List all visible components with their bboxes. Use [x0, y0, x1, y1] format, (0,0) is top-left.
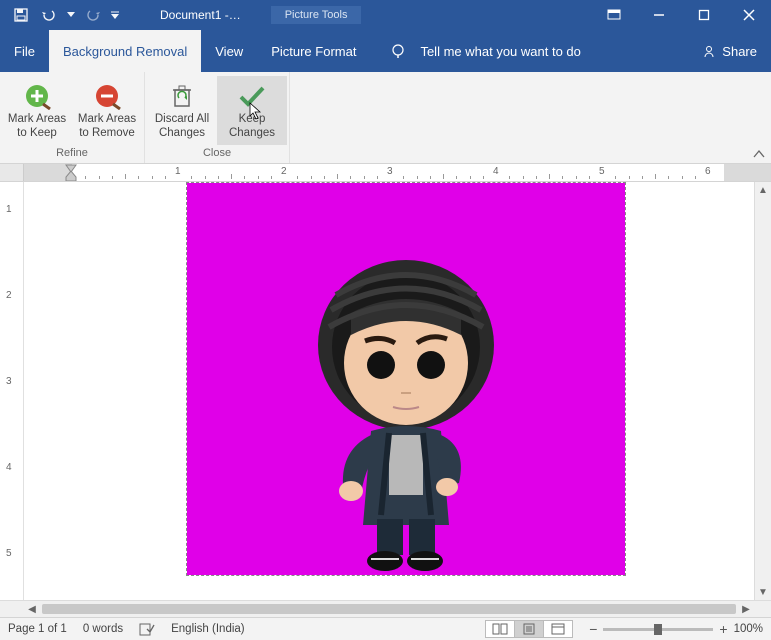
vruler-number: 2 — [6, 290, 12, 301]
keep-changes-button[interactable]: Keep Changes — [217, 76, 287, 145]
share-button[interactable]: Share — [688, 44, 771, 59]
zoom-level[interactable]: 100% — [734, 623, 763, 635]
vruler-number: 1 — [6, 204, 12, 215]
ruler-number: 5 — [599, 166, 605, 177]
ribbon: Mark Areas to Keep Mark Areas to Remove … — [0, 72, 771, 164]
mark-remove-label: Mark Areas to Remove — [72, 112, 142, 141]
contextual-tab-label: Picture Tools — [271, 6, 362, 24]
ruler-number: 4 — [493, 166, 499, 177]
ruler-number: 2 — [281, 166, 287, 177]
web-layout-button[interactable] — [543, 620, 573, 638]
mark-areas-to-remove-button[interactable]: Mark Areas to Remove — [72, 76, 142, 145]
ruler-track[interactable]: 1 2 3 4 5 6 — [24, 164, 771, 181]
minus-circle-icon — [93, 82, 121, 110]
word-count[interactable]: 0 words — [83, 623, 123, 635]
zoom-out-button[interactable]: − — [589, 621, 597, 637]
vruler-number: 4 — [6, 462, 12, 473]
vertical-scrollbar[interactable]: ▲ ▼ — [754, 182, 771, 600]
background-removal-mask — [187, 183, 625, 575]
horizontal-ruler: 1 2 3 4 5 6 — [0, 164, 771, 182]
page-number[interactable]: Page 1 of 1 — [8, 623, 67, 635]
tab-file[interactable]: File — [0, 30, 49, 72]
maximize-button[interactable] — [681, 0, 726, 30]
status-bar: Page 1 of 1 0 words English (India) − + … — [0, 617, 771, 640]
zoom-slider[interactable] — [603, 628, 713, 631]
tab-view[interactable]: View — [201, 30, 257, 72]
qat-customize-dropdown[interactable] — [110, 4, 120, 26]
collapse-ribbon-button[interactable] — [753, 149, 765, 159]
share-label: Share — [722, 44, 757, 59]
document-area[interactable] — [24, 182, 754, 600]
picture-content — [281, 235, 531, 575]
ribbon-group-refine: Mark Areas to Keep Mark Areas to Remove … — [0, 72, 145, 163]
discard-all-changes-button[interactable]: Discard All Changes — [147, 76, 217, 145]
tab-picture-format[interactable]: Picture Format — [257, 30, 370, 72]
undo-dropdown[interactable] — [66, 4, 76, 26]
discard-label: Discard All Changes — [147, 112, 217, 141]
zoom-control: − + 100% — [589, 621, 763, 637]
ruler-number: 1 — [175, 166, 181, 177]
ribbon-group-close: Discard All Changes Keep Changes Close — [145, 72, 290, 163]
group-label-close: Close — [203, 145, 231, 161]
vruler-number: 3 — [6, 376, 12, 387]
read-mode-button[interactable] — [485, 620, 515, 638]
proofing-icon[interactable] — [139, 622, 155, 636]
title-bar: Document1 -… Picture Tools — [0, 0, 771, 30]
page — [46, 182, 746, 600]
tell-me-search[interactable]: Tell me what you want to do — [370, 43, 688, 59]
share-icon — [702, 44, 716, 58]
hscroll-thumb[interactable] — [42, 604, 736, 614]
close-button[interactable] — [726, 0, 771, 30]
ruler-corner — [0, 164, 24, 182]
ruler-number: 6 — [705, 166, 711, 177]
window-controls — [591, 0, 771, 30]
language[interactable]: English (India) — [171, 623, 245, 635]
horizontal-scrollbar[interactable]: ◀ ▶ — [0, 600, 771, 617]
zoom-in-button[interactable]: + — [719, 621, 727, 637]
picture-selection[interactable] — [186, 182, 626, 576]
save-button[interactable] — [10, 4, 32, 26]
plus-circle-icon — [23, 82, 51, 110]
tell-me-label: Tell me what you want to do — [420, 44, 580, 59]
trash-recycle-icon — [169, 82, 195, 110]
ribbon-display-options-button[interactable] — [591, 0, 636, 30]
cursor-icon — [249, 102, 261, 120]
vruler-number: 5 — [6, 548, 12, 559]
view-buttons — [486, 620, 573, 638]
quick-access-toolbar — [0, 4, 120, 26]
document-title: Document1 -… — [160, 8, 241, 22]
group-label-refine: Refine — [56, 145, 88, 161]
minimize-button[interactable] — [636, 0, 681, 30]
print-layout-button[interactable] — [514, 620, 544, 638]
mark-keep-label: Mark Areas to Keep — [2, 112, 72, 141]
scroll-left-button[interactable]: ◀ — [24, 604, 40, 615]
scroll-up-button[interactable]: ▲ — [755, 182, 771, 198]
lightbulb-icon — [390, 43, 406, 59]
left-indent-marker-icon[interactable] — [65, 171, 77, 182]
scroll-down-button[interactable]: ▼ — [755, 584, 771, 600]
tab-background-removal[interactable]: Background Removal — [49, 30, 201, 72]
ribbon-tabs: File Background Removal View Picture For… — [0, 30, 771, 72]
vertical-ruler: 1 2 3 4 5 — [0, 182, 24, 600]
redo-button[interactable] — [82, 4, 104, 26]
mark-areas-to-keep-button[interactable]: Mark Areas to Keep — [2, 76, 72, 145]
undo-button[interactable] — [38, 4, 60, 26]
scroll-right-button[interactable]: ▶ — [738, 604, 754, 615]
ruler-number: 3 — [387, 166, 393, 177]
